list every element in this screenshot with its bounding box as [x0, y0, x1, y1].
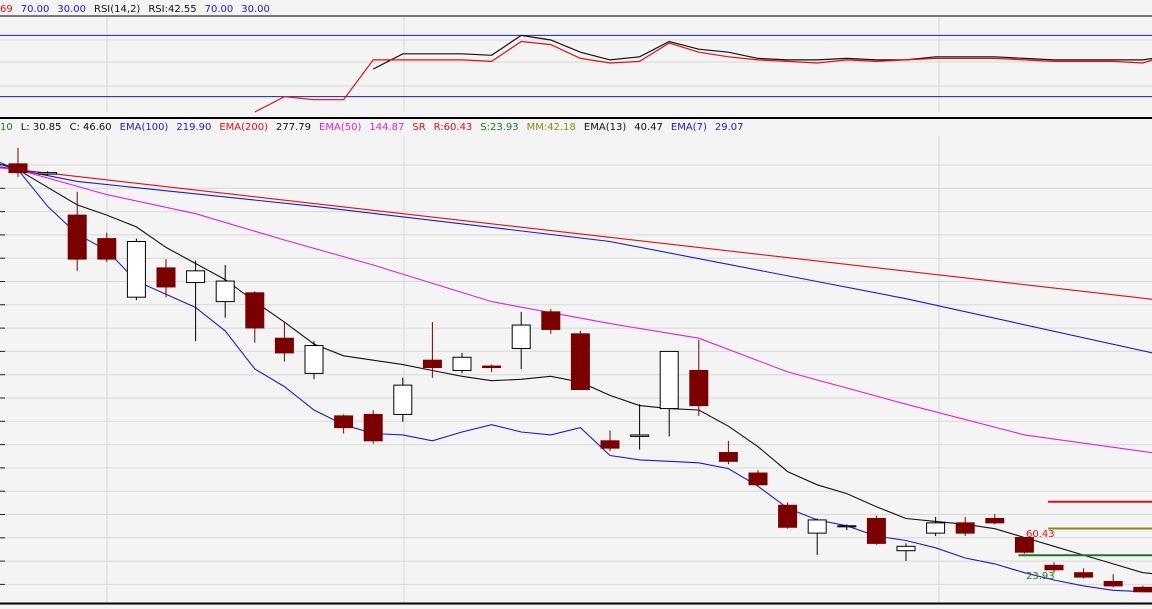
- header-item-3: EMA(100): [120, 122, 169, 133]
- candle-body: [156, 267, 176, 288]
- candle-29: [866, 515, 886, 545]
- candle-body: [630, 434, 650, 437]
- candle-body: [659, 350, 679, 410]
- candle-body: [689, 369, 709, 407]
- candle-10: [304, 341, 324, 380]
- candle-26: [778, 502, 798, 529]
- header-item-13: EMA(13): [584, 122, 626, 133]
- header-item-5: 70.00: [205, 4, 234, 15]
- header-item-15: EMA(7): [671, 122, 707, 133]
- header-item-5: EMA(200): [219, 122, 268, 133]
- candle-body: [837, 525, 857, 528]
- candle-19: [570, 330, 590, 391]
- candle-body: [393, 384, 413, 415]
- candle-body: [748, 472, 768, 486]
- candle-body: [245, 292, 265, 329]
- header-item-4: RSI:42.55: [148, 4, 196, 15]
- header-item-1: L: 30.85: [21, 122, 62, 133]
- header-item-3: RSI(14,2): [94, 4, 140, 15]
- candle-body: [926, 522, 946, 534]
- header-item-2: 30.00: [57, 4, 86, 15]
- candle-body: [1074, 572, 1094, 578]
- header-item-0: 69: [0, 4, 13, 15]
- candle-12: [363, 410, 383, 444]
- candle-body: [482, 365, 502, 369]
- candle-body: [1044, 564, 1064, 571]
- header-item-11: S:23.93: [480, 122, 518, 133]
- header-item-10: R:60.43: [434, 122, 473, 133]
- candle-body: [8, 163, 28, 174]
- header-item-1: 70.00: [21, 4, 50, 15]
- candle-body: [334, 415, 354, 429]
- resistance-label: 60.43: [1026, 529, 1055, 540]
- header-item-6: 277.79: [276, 122, 311, 133]
- candle-body: [896, 545, 916, 552]
- header-item-0: 10: [0, 122, 13, 133]
- candle-body: [541, 311, 561, 330]
- header-item-2: C: 46.60: [69, 122, 111, 133]
- candle-body: [422, 359, 442, 369]
- candle-body: [807, 519, 827, 534]
- candle-body: [186, 270, 206, 284]
- candle-body: [215, 280, 235, 303]
- support-label: 23.93: [1026, 571, 1055, 582]
- candle-body: [38, 172, 58, 175]
- candle-body: [363, 413, 383, 442]
- candle-body: [67, 214, 87, 260]
- stock-chart-window: 60.43 23.93 69 70.00 30.00 RSI(14,2) RSI:42.…: [0, 0, 1152, 605]
- candle-body: [778, 504, 798, 528]
- candle-body: [718, 452, 738, 462]
- candle-body: [97, 238, 117, 260]
- header-item-12: MM:42.18: [527, 122, 576, 133]
- rsi-header: 69 70.00 30.00 RSI(14,2) RSI:42.55 70.00 30.00: [0, 4, 270, 15]
- candle-body: [511, 324, 531, 349]
- candle-body: [1103, 580, 1123, 587]
- candle-body: [600, 440, 620, 449]
- header-item-4: 219.90: [176, 122, 211, 133]
- candle-body: [274, 337, 294, 354]
- header-item-6: 30.00: [241, 4, 270, 15]
- candle-body: [126, 241, 146, 298]
- candle-body: [955, 522, 975, 534]
- candle-body: [304, 345, 324, 374]
- candle-body: [985, 517, 1005, 524]
- candle-body: [1133, 586, 1152, 593]
- candle-4: [126, 238, 146, 301]
- candle-body: [570, 333, 590, 391]
- header-item-14: 40.47: [634, 122, 663, 133]
- header-item-8: 144.87: [369, 122, 404, 133]
- chart-canvas[interactable]: 60.43 23.93 69 70.00 30.00 RSI(14,2) RSI:42.…: [0, 0, 1152, 605]
- header-item-16: 29.07: [715, 122, 744, 133]
- candle-body: [866, 517, 886, 544]
- candle-body: [452, 356, 472, 371]
- header-item-7: EMA(50): [319, 122, 361, 133]
- header-item-9: SR: [412, 122, 425, 133]
